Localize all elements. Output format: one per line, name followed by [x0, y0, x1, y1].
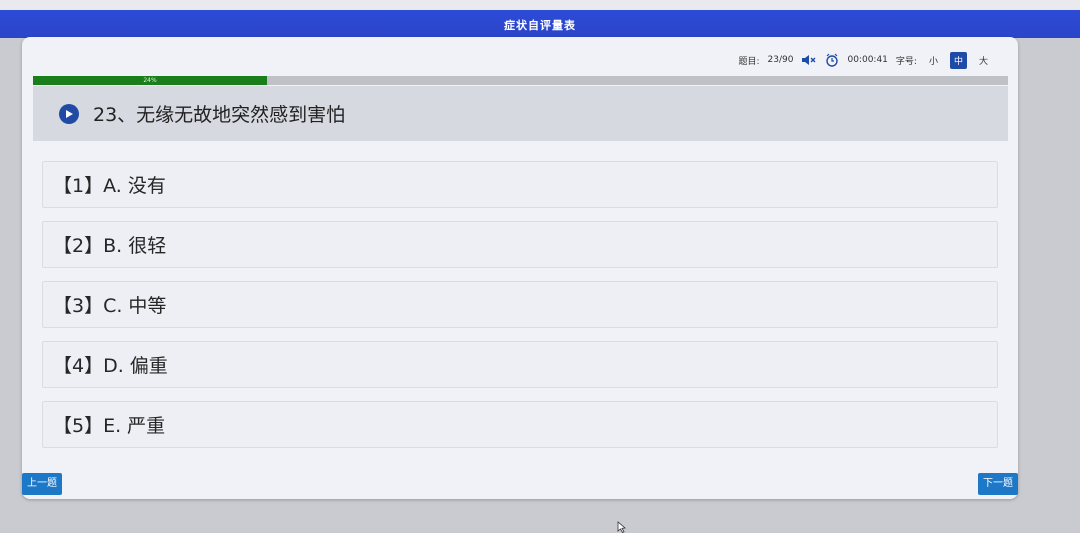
font-size-label: 字号: [895, 56, 917, 67]
window-title-bar: 症状自评量表 [0, 0, 1080, 38]
answer-option-label: 【2】B. 很轻 [53, 235, 167, 257]
answer-option-a[interactable]: 【1】A. 没有 [42, 161, 998, 208]
window-title: 症状自评量表 [504, 19, 576, 32]
mouse-cursor-icon [617, 521, 626, 533]
questionnaire-card: 题目: 23/90 00:00:41 字号: 小 中 大 24% 23、无缘无故… [22, 37, 1018, 499]
answer-option-label: 【3】C. 中等 [53, 295, 167, 317]
question-text: 23、无缘无故地突然感到害怕 [93, 104, 346, 126]
answer-option-label: 【1】A. 没有 [53, 175, 166, 197]
answer-options: 【1】A. 没有 【2】B. 很轻 【3】C. 中等 【4】D. 偏重 【5】E… [42, 161, 998, 461]
answer-option-label: 【5】E. 严重 [53, 415, 166, 437]
next-question-button[interactable]: 下一题 [978, 473, 1018, 495]
question-header: 23、无缘无故地突然感到害怕 [33, 86, 1008, 141]
font-size-medium-button[interactable]: 中 [949, 51, 967, 69]
previous-question-button[interactable]: 上一题 [22, 473, 62, 495]
progress-bar: 24% [33, 76, 1008, 85]
mute-icon[interactable] [801, 54, 817, 66]
timer: 00:00:41 [847, 55, 888, 65]
status-bar: 题目: 23/90 00:00:41 字号: 小 中 大 [739, 51, 993, 69]
progress-fill: 24% [33, 76, 267, 85]
answer-option-d[interactable]: 【4】D. 偏重 [42, 341, 998, 388]
answer-option-e[interactable]: 【5】E. 严重 [42, 401, 998, 448]
answer-option-b[interactable]: 【2】B. 很轻 [42, 221, 998, 268]
answer-option-label: 【4】D. 偏重 [53, 355, 168, 377]
question-counter: 23/90 [767, 55, 794, 65]
question-label: 题目: [738, 56, 760, 67]
play-icon[interactable] [59, 103, 79, 124]
font-size-small-button[interactable]: 小 [925, 52, 942, 69]
alarm-clock-icon [825, 53, 839, 67]
answer-option-c[interactable]: 【3】C. 中等 [42, 281, 998, 328]
font-size-large-button[interactable]: 大 [975, 52, 992, 69]
